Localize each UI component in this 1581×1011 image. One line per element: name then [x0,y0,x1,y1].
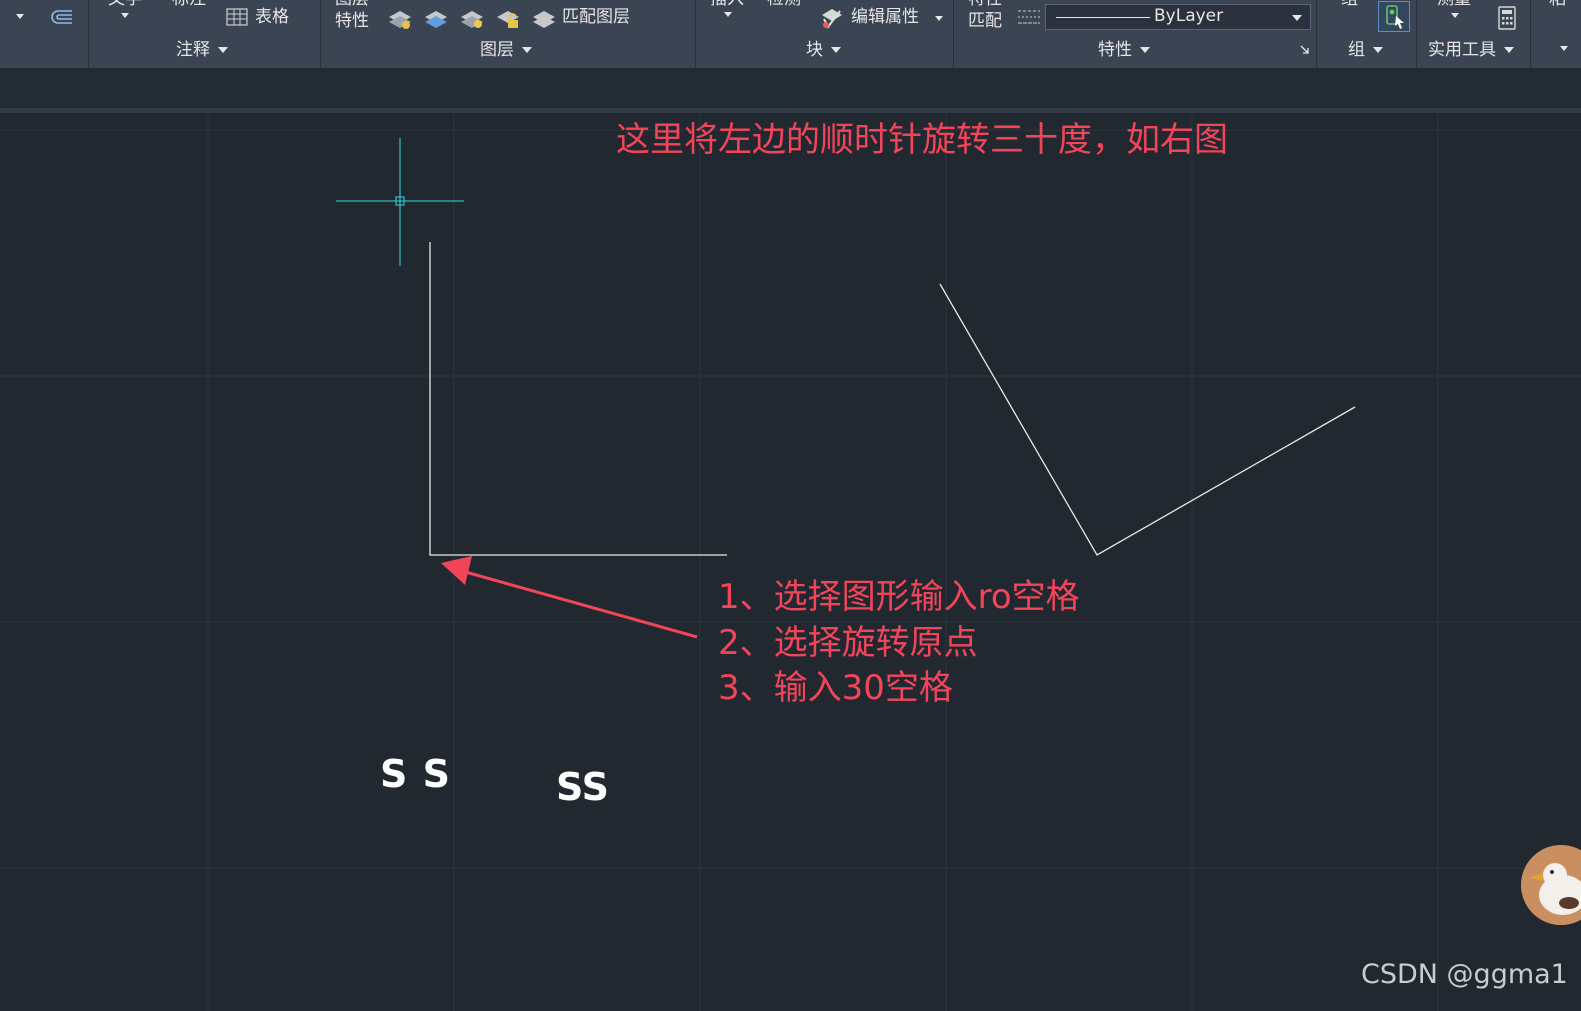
layer-freeze-icon[interactable] [458,5,486,31]
panel-properties[interactable]: 特性 [1098,42,1150,59]
insert-block-label[interactable]: 插入 [710,0,744,8]
text-tool-label[interactable]: 文字 [108,0,142,8]
block-edit-icon[interactable] [818,5,846,31]
panel-utilities-label: 实用工具 [1428,40,1496,60]
step-3-text: 3、输入30空格 [718,668,953,708]
calculator-icon[interactable] [1498,6,1516,30]
linetype-icon [1018,10,1040,24]
annotation-arrow [441,556,698,639]
panel-group-label: 组 [1348,40,1365,60]
panel-separator [695,0,696,68]
rotated-polyline[interactable] [939,283,1356,556]
drawing-text-right[interactable]: SS [556,768,609,806]
ribbon: 文字 标注 表格 注释 图层 特性 匹配图层 图层 插入 检测 编辑属性 块 特… [0,0,1581,68]
panel-utilities[interactable]: 实用工具 [1428,42,1514,59]
match-layer-icon[interactable] [530,5,558,31]
expand-icon[interactable] [1300,45,1310,55]
dropdown-caret-icon[interactable] [724,12,732,17]
panel-annotation-label: 注释 [176,40,210,60]
panel-layers-label: 图层 [480,40,514,60]
crosshair-cursor [336,138,464,266]
panel-separator [1530,0,1531,68]
group-select-button[interactable] [1378,1,1410,32]
dropdown-caret-icon[interactable] [16,14,24,19]
linetype-preview [1056,17,1150,18]
dropdown-caret-icon[interactable] [935,16,943,21]
linetype-value: ByLayer [1154,6,1224,26]
dropdown-caret-icon [831,47,841,53]
edit-attribute-button[interactable]: 编辑属性 [851,9,919,26]
panel-annotation[interactable]: 注释 [176,42,228,59]
panel-layers[interactable]: 图层 [480,42,532,59]
panel-block[interactable]: 块 [806,42,841,59]
dropdown-caret-icon [1140,47,1150,53]
panel-block-label: 块 [806,40,823,60]
panel-separator [88,0,89,68]
step-1-text: 1、选择图形输入ro空格 [718,577,1080,617]
panel-separator [1316,0,1317,68]
panel-group[interactable]: 组 [1348,42,1383,59]
dropdown-caret-icon[interactable] [1560,46,1568,51]
group-select-icon [1386,5,1404,29]
match-properties-label-1[interactable]: 特性 [968,0,1002,8]
table-icon[interactable] [226,8,248,26]
dropdown-caret-icon[interactable] [1451,13,1459,18]
layer-off-icon[interactable] [386,5,414,31]
table-button[interactable]: 表格 [255,9,289,26]
file-tab-bar [0,68,1581,108]
drawing-canvas[interactable] [0,113,1581,1011]
clipboard-label[interactable]: 粘 [1549,0,1566,8]
original-polyline[interactable] [429,242,727,556]
layer-isolate-icon[interactable] [422,5,450,31]
rotation-instruction-title: 这里将左边的顺时针旋转三十度，如右图 [616,120,1228,160]
layer-props-label-1[interactable]: 图层 [335,0,369,8]
group-label[interactable]: 组 [1341,0,1358,8]
dropdown-caret-icon[interactable] [121,13,129,18]
chevron-down-icon [1292,15,1302,21]
copy-icon[interactable] [48,8,74,26]
measure-label[interactable]: 测量 [1437,0,1471,8]
panel-separator [1416,0,1417,68]
match-properties-label-2[interactable]: 匹配 [968,13,1002,30]
dropdown-caret-icon [522,47,532,53]
panel-separator [320,0,321,68]
layer-lock-icon[interactable] [494,5,522,31]
watermark: CSDN @ggma1 [1361,959,1568,990]
step-2-text: 2、选择旋转原点 [718,623,978,663]
detect-label[interactable]: 检测 [767,0,801,8]
dimension-tool-label[interactable]: 标注 [172,0,206,8]
match-layer-button[interactable]: 匹配图层 [562,9,630,26]
dropdown-caret-icon [1373,47,1383,53]
layer-props-label-2[interactable]: 特性 [335,13,369,30]
linetype-dropdown[interactable]: ByLayer [1045,4,1311,30]
grid [0,113,1581,1011]
drawing-text-left[interactable]: S S [380,755,450,793]
panel-separator [953,0,954,68]
panel-properties-label: 特性 [1098,40,1132,60]
dropdown-caret-icon [1504,47,1514,53]
dropdown-caret-icon [218,47,228,53]
